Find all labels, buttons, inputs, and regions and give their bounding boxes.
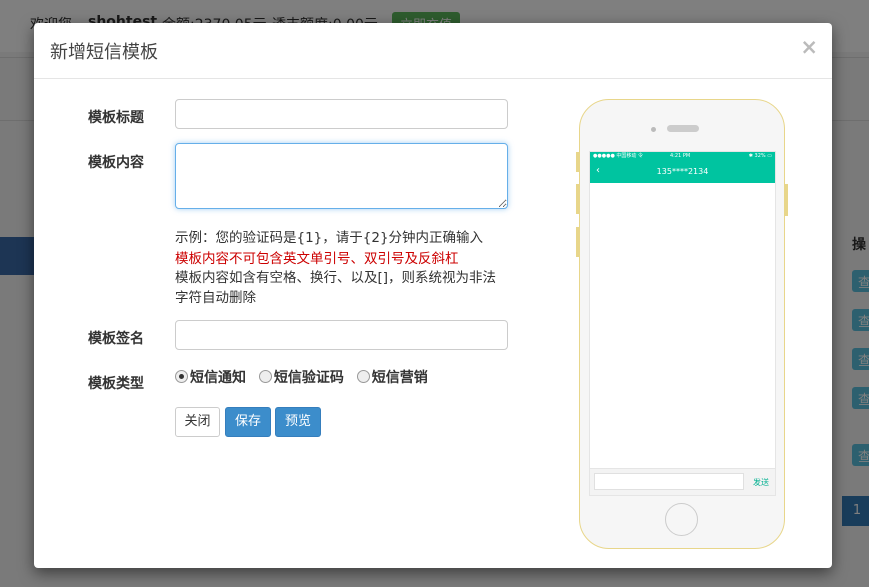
radio-label[interactable]: 短信营销 [372,370,428,386]
radio-sms-marketing[interactable] [356,370,370,383]
battery-text: ✱ 32% ▭ [748,153,772,159]
phone-side-button [576,152,579,172]
template-content-textarea[interactable] [175,143,508,209]
phone-side-button [785,184,788,216]
signal-text: ●●●●● 中国移动 令 [593,153,643,159]
radio-sms-notification[interactable] [175,370,188,383]
phone-speaker [667,125,699,132]
message-input [594,473,744,490]
phone-side-button [576,227,579,257]
sms-navbar: ‹ 135****2134 [590,161,775,183]
radio-label[interactable]: 短信验证码 [274,370,344,386]
example-hint: 示例：您的验证码是{1}，请于{2}分钟内正确输入 [175,230,484,246]
status-time: 4:21 PM [670,153,691,159]
radio-label[interactable]: 短信通知 [190,370,246,386]
phone-home-button [665,503,698,536]
modal-header: 新增短信模板 × [34,23,832,79]
phone-preview: ●●●●● 中国移动 令 4:21 PM ✱ 32% ▭ ‹ 135****21… [576,99,788,549]
modal-title: 新增短信模板 [50,42,158,63]
phone-camera [651,127,656,132]
message-input-bar: 发送 [590,468,775,495]
close-button[interactable]: 关闭 [175,407,220,437]
send-label: 发送 [753,478,769,487]
template-signature-input[interactable] [175,320,508,350]
phone-side-button [576,184,579,214]
phone-status-bar: ●●●●● 中国移动 令 4:21 PM ✱ 32% ▭ [590,152,775,161]
add-sms-template-dialog: 新增短信模板 × 模板标题 模板内容 示例：您的验证码是{1}，请于{2}分钟内… [34,23,832,568]
template-title-label: 模板标题 [88,110,144,126]
template-content-label: 模板内容 [88,155,144,171]
warning-hint: 模板内容不可包含英文单引号、双引号及反斜杠 [175,251,459,267]
phone-screen: ●●●●● 中国移动 令 4:21 PM ✱ 32% ▭ ‹ 135****21… [589,151,776,496]
note-hint-line2: 字符自动删除 [175,290,256,306]
preview-button[interactable]: 预览 [275,407,321,437]
radio-sms-verification[interactable] [258,370,272,383]
close-icon[interactable]: × [800,35,818,59]
note-hint-line1: 模板内容如含有空格、换行、以及[]，则系统视为非法 [175,270,497,286]
template-title-input[interactable] [175,99,508,129]
contact-number: 135****2134 [656,167,709,176]
message-area [590,183,775,469]
template-signature-label: 模板签名 [88,331,144,347]
template-type-radio-group: 短信通知 短信验证码 短信营销 [175,367,436,387]
template-type-label: 模板类型 [88,376,144,392]
save-button[interactable]: 保存 [225,407,271,437]
